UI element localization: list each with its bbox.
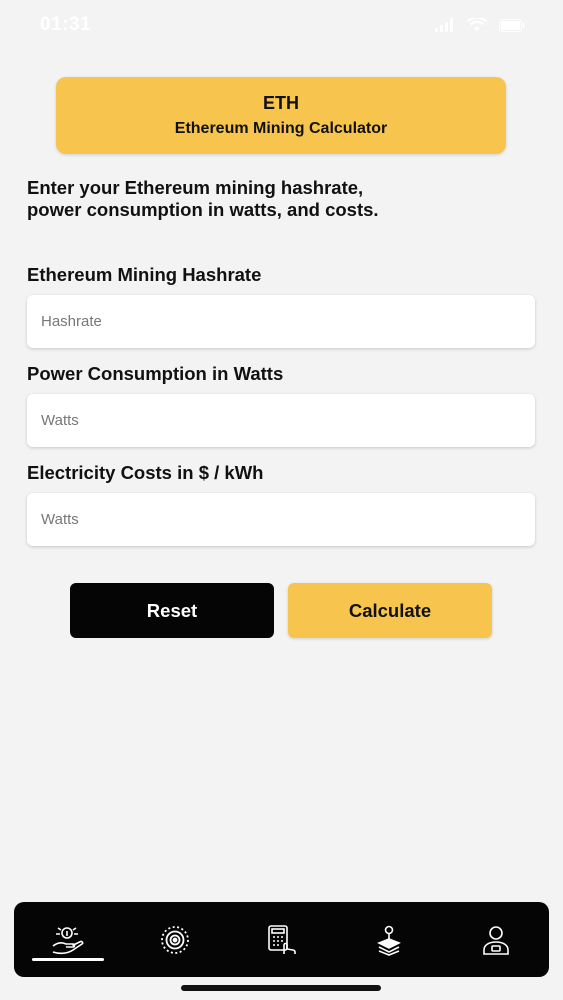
electricity-costs-label: Electricity Costs in $ / kWh <box>27 462 264 483</box>
battery-icon <box>499 18 525 32</box>
status-icons <box>435 18 525 32</box>
status-bar: 01:31 <box>0 0 563 56</box>
electricity-cost-input[interactable] <box>27 493 535 546</box>
power-consumption-label: Power Consumption in Watts <box>27 363 284 384</box>
hand-coin-icon <box>52 926 83 954</box>
tab-target[interactable] <box>135 902 215 977</box>
tab-earnings[interactable] <box>28 902 108 977</box>
tab-bar <box>14 902 549 977</box>
header-card: ETH Ethereum Mining Calculator <box>56 77 506 154</box>
reset-button[interactable]: Reset <box>70 583 274 638</box>
home-indicator <box>181 985 381 991</box>
header-subtitle: Ethereum Mining Calculator <box>174 120 388 137</box>
tab-layers[interactable] <box>349 902 429 977</box>
hashrate-input[interactable] <box>27 295 535 348</box>
wifi-icon <box>467 18 487 31</box>
status-time: 01:31 <box>40 14 92 35</box>
header-title: ETH <box>263 93 299 113</box>
calculator-icon <box>267 924 296 954</box>
calculate-button[interactable]: Calculate <box>288 583 492 638</box>
tab-profile[interactable] <box>456 902 536 977</box>
hashrate-label: Ethereum Mining Hashrate <box>27 264 262 285</box>
active-tab-indicator <box>31 958 104 961</box>
tab-calculator[interactable] <box>242 902 322 977</box>
target-icon <box>160 925 189 954</box>
signal-icon <box>435 18 453 32</box>
profile-icon <box>482 925 509 955</box>
watts-input[interactable] <box>27 394 535 447</box>
intro-text: Enter your Ethereum mining hashrate, pow… <box>27 177 379 220</box>
layers-pin-icon <box>376 925 401 956</box>
